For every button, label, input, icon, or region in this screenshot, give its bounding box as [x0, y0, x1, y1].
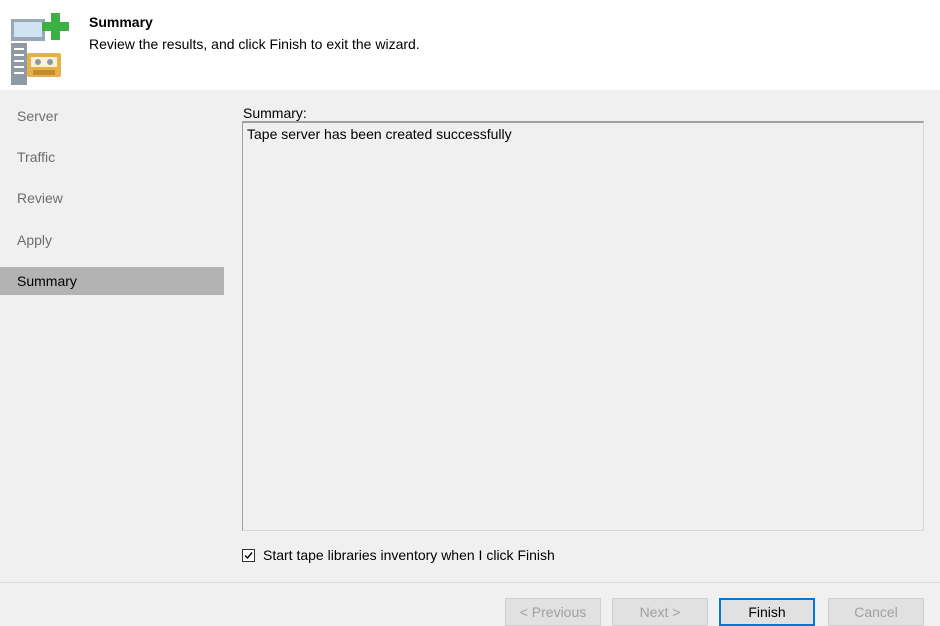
- step-apply[interactable]: Apply: [0, 226, 224, 254]
- finish-button[interactable]: Finish: [719, 598, 815, 626]
- step-traffic[interactable]: Traffic: [0, 143, 224, 171]
- inventory-checkbox-label[interactable]: Start tape libraries inventory when I cl…: [263, 547, 555, 563]
- step-review[interactable]: Review: [0, 184, 224, 212]
- step-server[interactable]: Server: [0, 102, 224, 130]
- inventory-checkbox[interactable]: [242, 548, 255, 562]
- next-button[interactable]: Next >: [612, 598, 708, 626]
- inventory-checkbox-row[interactable]: Start tape libraries inventory when I cl…: [242, 545, 555, 565]
- wizard-title: Summary: [89, 14, 153, 30]
- summary-panel: Summary: Tape server has been created su…: [224, 90, 940, 582]
- wizard-steps-sidebar: Server Traffic Review Apply Summary: [0, 90, 224, 582]
- wizard-header: Summary Review the results, and click Fi…: [0, 0, 940, 90]
- previous-button[interactable]: < Previous: [505, 598, 601, 626]
- summary-text: Tape server has been created successfull…: [247, 126, 512, 142]
- cancel-button[interactable]: Cancel: [828, 598, 924, 626]
- step-summary[interactable]: Summary: [0, 267, 224, 295]
- wizard-subtitle: Review the results, and click Finish to …: [89, 36, 420, 52]
- tape-server-add-icon: [11, 13, 75, 85]
- summary-textbox[interactable]: Tape server has been created successfull…: [242, 121, 924, 531]
- wizard-footer: < Previous Next > Finish Cancel: [0, 582, 940, 626]
- checkmark-icon: [244, 551, 253, 559]
- summary-label: Summary:: [243, 105, 307, 121]
